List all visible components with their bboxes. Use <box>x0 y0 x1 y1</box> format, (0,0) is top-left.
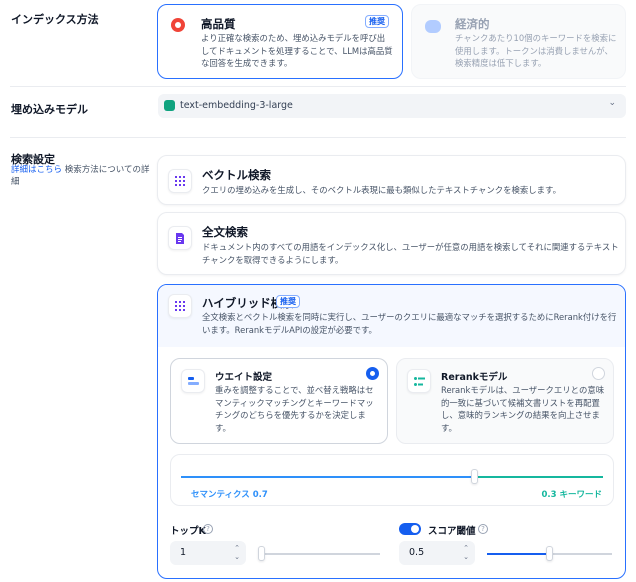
fulltext-search-icon <box>168 226 192 250</box>
divider <box>10 137 626 138</box>
score-threshold-stepper[interactable]: ⌃ ⌄ <box>463 544 469 562</box>
rerank-icon <box>407 369 431 393</box>
chevron-down-icon: ⌄ <box>608 98 616 108</box>
score-threshold-slider-thumb[interactable] <box>546 546 553 561</box>
high-quality-option[interactable]: 高品質 推奨 より正確な検索のため、埋め込みモデルを呼び出してドキュメントを処理… <box>157 4 403 79</box>
vector-search-icon <box>168 169 192 193</box>
weight-setting-option[interactable]: ウエイト設定 重みを調整することで、並べ替え戦略はセマンティックマッチングとキー… <box>170 358 388 444</box>
divider <box>10 86 626 87</box>
rerank-model-description: Rerankモデルは、ユーザークエリとの意味的一致に基づいて候補文書リストを再配… <box>441 385 605 433</box>
keyword-weight-label: 0.3 キーワード <box>541 490 602 500</box>
score-threshold-input[interactable]: 0.5 ⌃ ⌄ <box>399 541 475 565</box>
weight-slider-thumb[interactable] <box>471 469 478 484</box>
economy-title: 経済的 <box>455 17 490 31</box>
recommended-badge: 推奨 <box>365 15 389 28</box>
top-k-help-icon[interactable]: ? <box>203 524 213 534</box>
top-k-value: 1 <box>180 547 187 558</box>
learn-more-link[interactable]: 詳細はこちら <box>11 165 62 175</box>
vector-search-title: ベクトル検索 <box>202 168 271 182</box>
score-threshold-help-icon[interactable]: ? <box>478 524 488 534</box>
weight-slider-panel: セマンティクス 0.7 0.3 キーワード <box>170 454 614 506</box>
score-threshold-value: 0.5 <box>409 547 425 558</box>
rerank-model-option[interactable]: Rerankモデル Rerankモデルは、ユーザークエリとの意味的一致に基づいて… <box>396 358 614 444</box>
embedding-model-value: text-embedding-3-large <box>180 100 293 111</box>
weight-setting-radio[interactable] <box>366 367 379 380</box>
vector-search-description: クエリの埋め込みを生成し、そのベクトル表現に最も類似したテキストチャンクを検索し… <box>202 185 561 195</box>
hybrid-recommended-badge: 推奨 <box>276 295 300 308</box>
economy-option[interactable]: 経済的 チャンクあたり10個のキーワードを検索に使用します。トークンは消費しませ… <box>411 4 626 79</box>
fulltext-search-description: ドキュメント内のすべての用語をインデックス化し、ユーザーが任意の用語を検索してそ… <box>202 242 619 265</box>
top-k-slider-track[interactable] <box>258 553 380 555</box>
top-k-slider-thumb[interactable] <box>258 546 265 561</box>
economy-description: チャンクあたり10個のキーワードを検索に使用します。トークンは消費しませんが、検… <box>455 33 617 68</box>
high-quality-description: より正確な検索のため、埋め込みモデルを呼び出してドキュメントを処理することで、L… <box>201 33 393 68</box>
hybrid-search-description: 全文検索とベクトル検索を同時に実行し、ユーザーのクエリに最適なマッチを選択するた… <box>202 312 617 335</box>
embedding-model-label: 埋め込みモデル <box>11 103 88 116</box>
keyword-weight-track <box>475 476 603 478</box>
orange-star-icon <box>171 18 185 32</box>
fulltext-search-title: 全文検索 <box>202 225 248 239</box>
score-threshold-label: スコア閾値 <box>428 526 476 537</box>
hybrid-search-option[interactable]: ハイブリッド検索 推奨 全文検索とベクトル検索を同時に実行し、ユーザーのクエリに… <box>157 284 626 579</box>
score-threshold-slider-fill[interactable] <box>487 553 550 555</box>
rerank-model-title: Rerankモデル <box>441 372 508 383</box>
weight-icon <box>181 369 205 393</box>
top-k-label: トップK <box>170 526 206 537</box>
score-threshold-toggle[interactable] <box>399 523 421 535</box>
semantic-weight-label: セマンティクス 0.7 <box>191 490 268 500</box>
top-k-stepper[interactable]: ⌃ ⌄ <box>234 544 240 562</box>
embedding-model-select[interactable]: text-embedding-3-large ⌄ <box>158 94 626 118</box>
openai-icon <box>164 100 175 111</box>
score-threshold-slider-track[interactable] <box>550 553 612 555</box>
index-method-label: インデックス方法 <box>11 13 99 26</box>
rerank-model-radio[interactable] <box>592 367 605 380</box>
semantic-weight-track <box>181 476 475 478</box>
piggy-bank-icon <box>425 20 441 33</box>
fulltext-search-option[interactable]: 全文検索 ドキュメント内のすべての用語をインデックス化し、ユーザーが任意の用語を… <box>157 212 626 275</box>
top-k-input[interactable]: 1 ⌃ ⌄ <box>170 541 246 565</box>
hybrid-search-icon <box>168 294 192 318</box>
high-quality-title: 高品質 <box>201 17 236 31</box>
weight-setting-description: 重みを調整することで、並べ替え戦略はセマンティックマッチングとキーワードマッチン… <box>215 385 374 433</box>
vector-search-option[interactable]: ベクトル検索 クエリの埋め込みを生成し、そのベクトル表現に最も類似したテキストチ… <box>157 155 626 205</box>
weight-setting-title: ウエイト設定 <box>215 372 273 383</box>
search-settings-help: 詳細はこちら 検索方法についての詳細 <box>11 164 151 188</box>
